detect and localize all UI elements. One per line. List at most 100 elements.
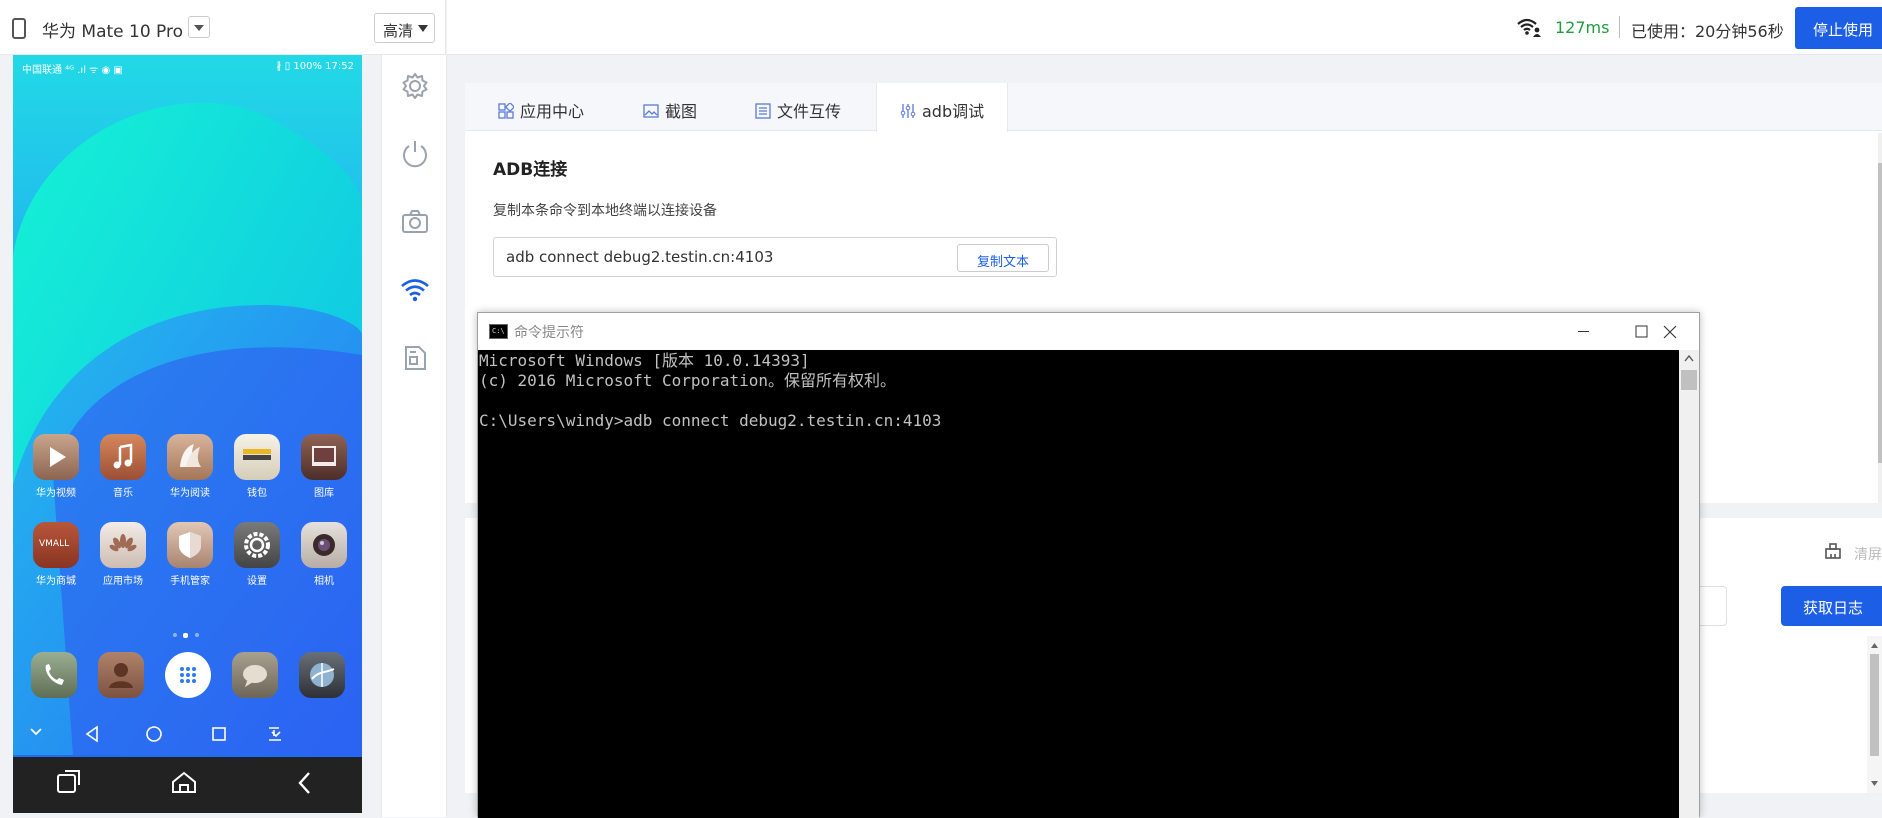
dock-contacts[interactable] (98, 652, 144, 698)
adb-command-text[interactable]: adb connect debug2.testin.cn:4103 (506, 248, 773, 266)
scrollbar-thumb[interactable] (1878, 163, 1882, 463)
console-line: (c) 2016 Microsoft Corporation。保留所有权利。 (479, 371, 896, 390)
status-right: ∦ ▯ 100% 17:52 (276, 61, 354, 72)
wifi-user-icon (1517, 18, 1541, 37)
scroll-up-icon[interactable] (1867, 638, 1882, 653)
app-huawei-reader[interactable]: 华为阅读 (160, 434, 220, 499)
app-label: 音乐 (113, 488, 133, 499)
tab-label: 截图 (665, 102, 698, 121)
cmd-window[interactable]: C:\ 命令提示符 Microsoft Windows [版本 10.0.143… (477, 312, 1700, 818)
cmd-scrollbar[interactable] (1679, 350, 1699, 818)
host-nav-bar (13, 757, 362, 813)
gallery-icon (301, 434, 347, 480)
reader-icon (167, 434, 213, 480)
broom-icon[interactable] (1823, 541, 1843, 561)
quality-value: 高清 (383, 22, 414, 40)
dock-phone[interactable] (31, 652, 77, 698)
caret-down-icon (418, 25, 428, 32)
app-label: 钱包 (247, 488, 267, 499)
vmall-logo-text: VMALL (39, 539, 70, 549)
app-music[interactable]: 音乐 (93, 434, 153, 499)
contacts-icon (98, 652, 144, 698)
cmd-console[interactable]: Microsoft Windows [版本 10.0.14393] (c) 201… (478, 350, 1679, 818)
scroll-up-icon[interactable] (1679, 350, 1699, 368)
clear-screen-button[interactable]: 清屏 (1854, 544, 1882, 564)
tab-app-center[interactable]: 应用中心 (498, 83, 608, 131)
app-label: 华为商城 (36, 576, 76, 587)
notification-pull-icon (269, 727, 281, 741)
wallpaper (13, 55, 362, 755)
usage-time: 已使用：20分钟56秒 (1631, 22, 1784, 41)
adb-command-box: adb connect debug2.testin.cn:4103 复制文本 (493, 237, 1057, 277)
app-huawei-video[interactable]: 华为视频 (26, 434, 86, 499)
android-soft-nav (13, 715, 362, 755)
copy-text-button[interactable]: 复制文本 (957, 244, 1049, 272)
quality-select[interactable]: 高清 (374, 13, 435, 43)
get-log-button[interactable]: 获取日志 (1781, 586, 1882, 626)
tab-screenshot[interactable]: 截图 (643, 83, 723, 131)
console-line: Microsoft Windows [版本 10.0.14393] (479, 351, 810, 370)
scroll-down-icon[interactable] (1867, 776, 1882, 791)
app-gallery[interactable]: 图库 (294, 434, 354, 499)
document-icon (755, 103, 771, 119)
panel-scrollbar[interactable] (1878, 133, 1882, 503)
page-indicator (173, 633, 213, 641)
app-settings[interactable]: 设置 (227, 522, 287, 587)
divider (1619, 16, 1620, 38)
phone-screen[interactable]: 中国联通 ⁴ᴳ .ıl ᯤ ◉ ▣ ∦ ▯ 100% 17:52 华为视频 音乐… (13, 55, 362, 813)
grid-icon (498, 103, 514, 119)
stop-use-button[interactable]: 停止使用 (1795, 7, 1882, 49)
app-drawer-icon (165, 652, 211, 698)
tab-label: adb调试 (922, 102, 985, 121)
app-vmall[interactable]: VMALL 华为商城 (26, 522, 86, 587)
file-transfer-icon[interactable] (399, 342, 431, 374)
tab-file-transfer[interactable]: 文件互传 (755, 83, 865, 131)
image-icon (643, 104, 659, 118)
cmd-window-title: 命令提示符 (514, 325, 584, 341)
multitask-icon (57, 770, 80, 793)
close-icon[interactable] (1641, 313, 1699, 350)
tab-bar: 应用中心 截图 文件互传 adb调试 (465, 83, 1882, 132)
messages-icon (232, 652, 278, 698)
settings-icon (234, 522, 280, 568)
app-camera[interactable]: 相机 (294, 522, 354, 587)
dock-messages[interactable] (232, 652, 278, 698)
screenshot-camera-icon[interactable] (399, 206, 431, 238)
power-icon[interactable] (399, 138, 431, 170)
shield-icon (167, 522, 213, 568)
app-label: 手机管家 (170, 576, 210, 587)
phone-icon (12, 18, 26, 39)
home-icon (146, 726, 162, 742)
wifi-icon[interactable] (399, 274, 431, 306)
tab-adb-debug[interactable]: adb调试 (876, 83, 1008, 132)
collapse-icon (30, 728, 42, 736)
app-label: 相机 (314, 576, 334, 587)
app-label: 华为视频 (36, 488, 76, 499)
dock-browser[interactable] (299, 652, 345, 698)
wallet-icon (234, 434, 280, 480)
cmd-titlebar[interactable]: C:\ 命令提示符 (478, 313, 1699, 350)
device-dropdown-button[interactable] (188, 16, 210, 38)
scrollbar-thumb[interactable] (1870, 654, 1879, 756)
gear-icon[interactable] (399, 70, 431, 102)
recents-icon (212, 727, 226, 741)
tab-label: 文件互传 (777, 102, 842, 121)
scrollbar-thumb[interactable] (1681, 370, 1697, 390)
minimize-icon[interactable] (1554, 313, 1612, 350)
home-icon (172, 771, 196, 793)
tab-label: 应用中心 (520, 102, 585, 121)
app-appgallery[interactable]: 应用市场 (93, 522, 153, 587)
appgallery-icon (100, 522, 146, 568)
latency-value: 127ms (1555, 18, 1610, 37)
app-wallet[interactable]: 钱包 (227, 434, 287, 499)
app-label: 华为阅读 (170, 488, 210, 499)
top-header: 127ms 已使用：20分钟56秒 停止使用 (447, 0, 1882, 55)
app-label: 设置 (247, 576, 267, 587)
dock-app-drawer[interactable] (165, 652, 211, 698)
status-left: 中国联通 ⁴ᴳ .ıl ᯤ ◉ ▣ (22, 65, 123, 76)
adb-description: 复制本条命令到本地终端以连接设备 (493, 203, 717, 219)
log-scrollbar[interactable] (1867, 636, 1882, 793)
device-header: 华为 Mate 10 Pro 高清 (0, 0, 446, 55)
app-phone-manager[interactable]: 手机管家 (160, 522, 220, 587)
